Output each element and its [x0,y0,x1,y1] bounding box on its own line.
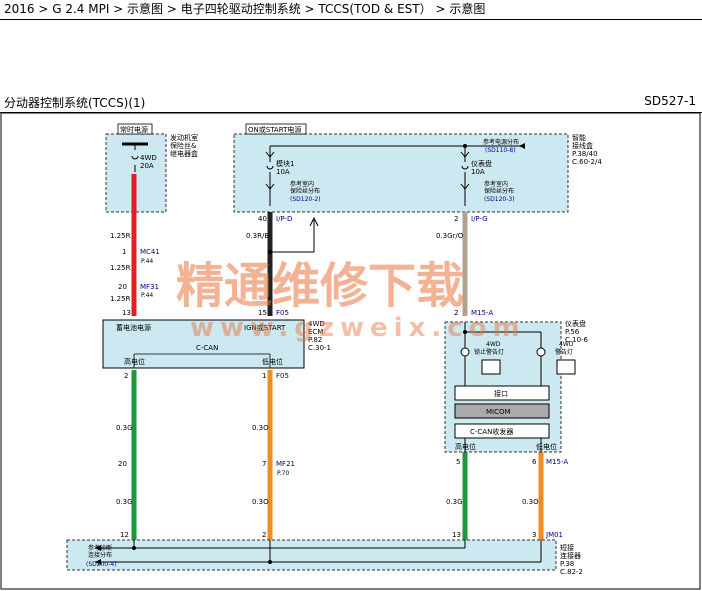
g-size-a: 0.3G [116,424,133,432]
fuse-4wd-name: 4WD [140,154,157,162]
lamp1-symbol-icon [481,359,501,375]
wiring-schematic: 常时电源 发动机室 保险丝& 继电器盒 4WD 20A 1.25R 1 MC41… [0,112,701,590]
fuse-module1-rating: 10A [276,168,290,176]
o-conn-mid: MF21 [276,460,295,468]
joint-connector [66,539,557,571]
cg-size: 0.3G [446,498,463,506]
joint-ref-3: (SD200-4) [86,561,117,568]
w1-pin-c: 13 [122,309,131,317]
joint-ref-2: 连接分布 [88,551,112,559]
lock-warning-lamp-icon [460,347,470,357]
o-page-mid: P.70 [277,470,289,477]
fusebox1-side-3: 继电器盒 [170,149,198,158]
cluster-side-2: P.56 [565,328,580,336]
fuse-4wd-rating: 20A [140,162,154,170]
lamp2-symbol-icon [556,359,576,375]
ref-right-1: 参考室内 [484,180,508,188]
cg-pin-top: 5 [456,458,460,466]
w1-conn-a: MC41 [140,248,160,256]
w1-size-a: 1.25R [110,232,131,240]
fusebox2-side-2: 接线盒 [572,141,593,150]
w1-size-b: 1.25R [110,264,131,272]
module-label-high: 高电位 [124,357,145,366]
g-pin-mid: 20 [118,460,127,468]
fusebox1-side-1: 发动机室 [170,133,198,142]
fusebox2-header: ON或START电源 [248,125,301,134]
cluster-micom: MICOM [486,408,511,416]
lamp2-line1: 4WD [559,341,574,348]
co-pin-bot: 3 [532,531,536,539]
module-label-low: 低电位 [262,357,283,366]
o-conn-top: F05 [276,372,289,380]
g-size-b: 0.3G [116,498,133,506]
fuse-module1-name: 模块1 [276,159,294,168]
watermark-url: www.gzweix.com [190,313,526,343]
joint-side-3: P.38 [560,560,574,568]
ref-left-1: 参考室内 [290,180,314,188]
co-size: 0.3O [522,498,539,506]
o-size-a: 0.3O [252,424,269,432]
o-pin-bot: 2 [262,531,266,539]
ref-top-2: (SD110-8) [485,147,516,154]
o-pin-mid: 7 [262,460,266,468]
g-pin-top: 2 [124,372,128,380]
ref-right-2: 保险丝分布 [484,187,514,195]
cluster-label-low: 低电位 [536,442,557,451]
fusebox1-side-2: 保险丝& [170,141,197,150]
co-conn-bot: JM01 [545,531,563,539]
w1-page-b: P.44 [141,292,153,299]
o-size-b: 0.3O [252,498,269,506]
g-pin-bot: 12 [120,531,129,539]
ref-right-3: (SD120-3) [484,196,515,203]
w2-conn-top: I/P-D [276,215,292,223]
co-conn-top: M15-A [546,458,568,466]
watermark-cn: 精通维修下载 [176,258,464,314]
fusebox2-side-4: C.60-2/4 [572,158,602,166]
joint-ref-1: 参考诊断 [88,544,112,552]
cluster-can: C-CAN收发器 [470,427,513,436]
w1-pin-a: 1 [122,248,126,256]
w3-pin-top: 2 [454,215,458,223]
ref-left-3: (SD120-2) [290,196,321,203]
cluster-side-1: 仪表盘 [565,319,586,328]
joint-side-2: 连接器 [560,551,581,560]
fusebox2-side-3: P.38/40 [572,150,598,158]
fusebox2-side-1: 智能 [572,133,586,142]
lamp1-line2: 锁止警告灯 [474,348,504,356]
w1-size-c: 1.25R [110,295,131,303]
fuse-cluster-rating: 10A [471,168,485,176]
fuse-cluster-name: 仪表盘 [471,159,492,168]
cg-pin-bot: 13 [452,531,461,539]
w1-conn-b: MF31 [140,283,159,291]
w3-size: 0.3Gr/O [436,232,464,240]
module-label-power: 蓄电池电源 [116,323,151,332]
module-label-can: C-CAN [196,344,218,352]
w2-size: 0.3R/B [246,232,269,240]
w2-pin-top: 40 [258,215,267,223]
module-side-4: C.30-1 [308,344,331,352]
w1-pin-b: 20 [118,283,127,291]
joint-side-1: 短接 [560,543,574,552]
ref-top-1: 参考电源分布 [483,138,519,146]
w1-page-a: P.44 [141,258,153,265]
co-pin-top: 6 [532,458,537,466]
w3-conn-top: I/P-G [471,215,488,223]
fusebox1-header: 常时电源 [120,125,148,134]
joint-side-4: C.82-2 [560,568,583,576]
ref-left-2: 保险丝分布 [290,187,320,195]
warning-lamp-icon [536,347,546,357]
lamp2-line2: 警告灯 [555,348,573,356]
o-pin-top: 1 [262,372,266,380]
cluster-label-high: 高电位 [455,442,476,451]
cluster-interface: 接口 [494,389,508,398]
